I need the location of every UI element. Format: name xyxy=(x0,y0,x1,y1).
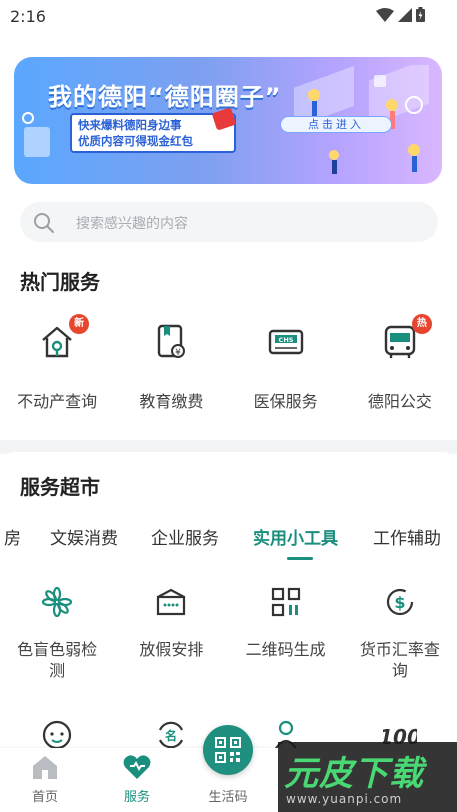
tool-qr-generate[interactable]: 二维码生成 xyxy=(229,585,343,681)
nav-home[interactable]: 首页 xyxy=(5,754,85,805)
tool-label: 色盲色弱检测 xyxy=(17,640,98,680)
battery-icon xyxy=(416,7,425,22)
hot-services-grid: 新 不动产查询 ¥ 教育缴费 CHS 医保服务 热 德阳公交 xyxy=(0,314,457,412)
svg-text:CHS: CHS xyxy=(278,336,293,344)
hot-item-medical-insurance[interactable]: CHS 医保服务 xyxy=(229,322,343,412)
status-icons xyxy=(376,7,425,22)
name-refresh-icon: 名 xyxy=(159,721,184,749)
tab-housing[interactable]: 房 xyxy=(4,524,21,549)
hot-item-bus[interactable]: 热 德阳公交 xyxy=(343,314,457,412)
tool-label: 放假安排 xyxy=(139,640,204,659)
svg-text:名: 名 xyxy=(165,728,177,743)
cell-signal-icon xyxy=(398,7,412,22)
search-bar[interactable]: 搜索感兴趣的内容 xyxy=(20,202,438,242)
nav-label: 服务 xyxy=(123,790,150,805)
tab-entertainment[interactable]: 文娱消费 xyxy=(50,524,118,549)
wifi-icon xyxy=(376,7,394,22)
service-heart-icon xyxy=(123,755,151,779)
home-icon xyxy=(33,756,57,779)
banner-note-line1: 快来爆料德阳身边事 xyxy=(78,118,182,132)
watermark-logo: 元皮下载 xyxy=(284,754,424,794)
promo-banner[interactable]: 我的德阳“德阳圈子” 快来爆料德阳身边事 优质内容可得现金红包 点击进入 xyxy=(14,57,442,184)
banner-enter-button[interactable]: 点击进入 xyxy=(280,116,392,133)
hot-item-label: 教育缴费 xyxy=(139,392,204,411)
qr-generate-icon xyxy=(271,587,300,617)
tab-work[interactable]: 工作辅助 xyxy=(373,524,441,549)
nav-life-code[interactable]: 生活码 xyxy=(188,780,268,805)
tab-tools[interactable]: 实用小工具 xyxy=(253,524,338,549)
baby-face-icon xyxy=(43,720,72,750)
nav-service[interactable]: 服务 xyxy=(97,754,177,805)
hot-item-label: 德阳公交 xyxy=(367,392,432,411)
tab-enterprise[interactable]: 企业服务 xyxy=(151,524,219,549)
calendar-icon xyxy=(157,588,186,616)
svg-text:$: $ xyxy=(394,593,405,612)
qr-code-icon xyxy=(215,737,241,763)
badge-new: 新 xyxy=(69,314,90,334)
hot-services-title: 热门服务 xyxy=(20,270,100,294)
tool-currency[interactable]: $ 货币汇率查询 xyxy=(343,585,457,681)
tool-color-test[interactable]: 色盲色弱检测 xyxy=(0,585,114,681)
active-tab-indicator xyxy=(287,557,313,560)
service-market-title: 服务超市 xyxy=(20,475,100,499)
banner-note: 快来爆料德阳身边事 优质内容可得现金红包 xyxy=(70,113,236,153)
hot-item-label: 不动产查询 xyxy=(17,392,98,411)
hot-item-label: 医保服务 xyxy=(253,392,318,411)
search-placeholder: 搜索感兴趣的内容 xyxy=(76,216,188,232)
status-time: 2:16 xyxy=(10,7,46,26)
hot-item-real-estate[interactable]: 新 不动产查询 xyxy=(0,314,114,412)
tool-holiday[interactable]: 放假安排 xyxy=(114,585,228,681)
tool-label: 货币汇率查询 xyxy=(359,640,440,680)
currency-icon: $ xyxy=(386,588,413,616)
service-market-tabs: 房 文娱消费 企业服务 实用小工具 工作辅助 xyxy=(0,524,457,564)
nav-label: 生活码 xyxy=(208,790,248,805)
banner-note-line2: 优质内容可得现金红包 xyxy=(78,134,193,148)
banner-left-deco xyxy=(22,112,50,157)
tool-label: 二维码生成 xyxy=(245,640,326,659)
site-watermark: 元皮下载 www.yuanpi.com xyxy=(278,742,457,812)
life-code-fab[interactable] xyxy=(203,725,253,775)
banner-title: 我的德阳“德阳圈子” xyxy=(48,83,282,111)
hot-item-education-fee[interactable]: ¥ 教育缴费 xyxy=(114,322,228,412)
color-test-icon xyxy=(42,586,73,618)
tool-baby[interactable] xyxy=(0,718,114,752)
tools-row: 色盲色弱检测 放假安排 二维码生成 $ 货币汇率查询 xyxy=(0,585,457,681)
svg-text:¥: ¥ xyxy=(176,348,182,358)
search-icon xyxy=(34,213,54,233)
badge-hot: 热 xyxy=(411,314,432,334)
status-bar: 2:16 xyxy=(0,0,457,34)
medical-insurance-card-icon: CHS xyxy=(268,329,303,355)
watermark-url: www.yuanpi.com xyxy=(286,792,403,806)
education-fee-icon: ¥ xyxy=(158,324,186,358)
nav-label: 首页 xyxy=(31,790,58,805)
